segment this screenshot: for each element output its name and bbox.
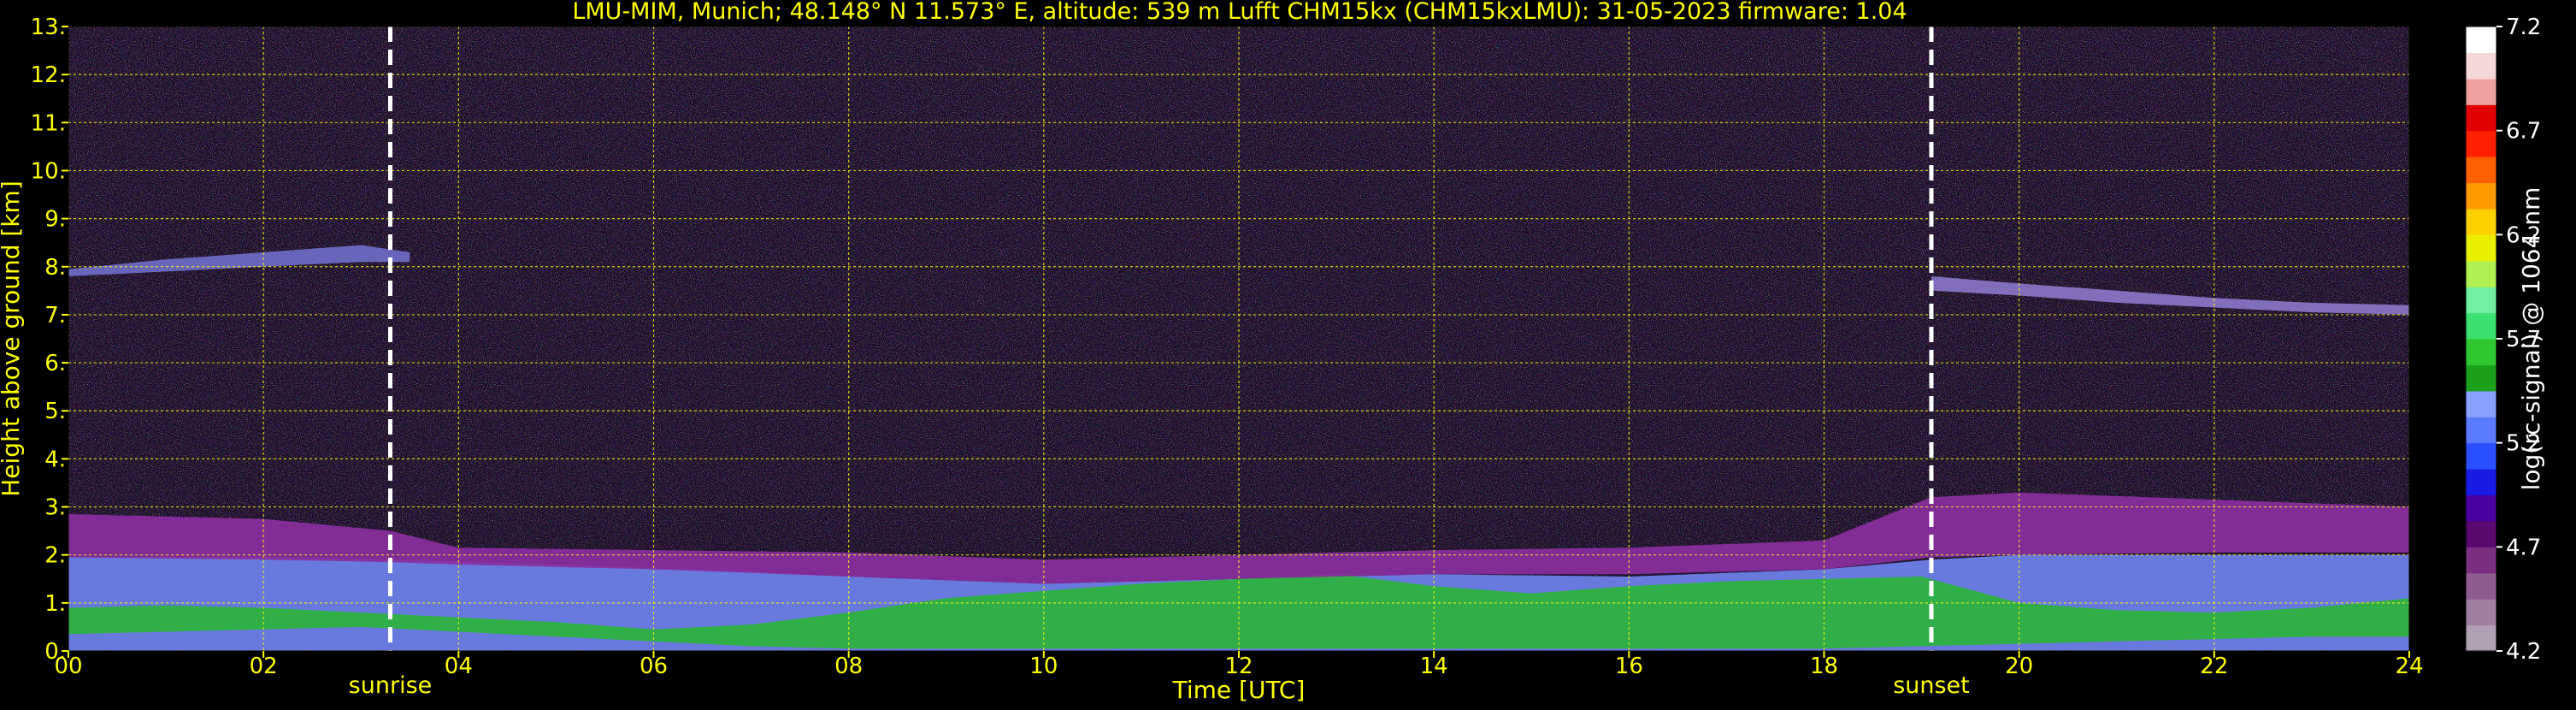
y-axis-ticks: 0. 1. 2. 3. 4. 5. 6. 7. 8. 9. 10. 11. 12. 13. (31, 15, 68, 665)
y-tick-label: 3. (44, 495, 66, 521)
colorbar-segment (2466, 130, 2496, 157)
colorbar-segment (2466, 364, 2496, 392)
colorbar-segment (2466, 624, 2496, 652)
y-tick-label: 2. (44, 543, 66, 569)
colorbar-segment (2466, 469, 2496, 496)
x-tick-label: 18 (1810, 654, 1838, 679)
colorbar-segment (2466, 390, 2496, 417)
colorbar-segment (2466, 234, 2496, 262)
colorbar-segment (2466, 287, 2496, 314)
y-tick-label: 7. (44, 303, 66, 328)
y-tick-label: 4. (44, 447, 66, 472)
colorbar-segment (2466, 599, 2496, 626)
plot-area (68, 27, 2409, 651)
y-tick-label: 6. (44, 351, 66, 376)
y-tick-label: 9. (44, 207, 66, 233)
colorbar-tick-label: 4.2 (2506, 639, 2541, 665)
chart-title: LMU-MIM, Munich; 48.148° N 11.573° E, al… (572, 0, 1907, 25)
y-tick-label: 13. (31, 15, 66, 40)
colorbar-segment (2466, 339, 2496, 366)
colorbar-segment (2466, 260, 2496, 287)
colorbar-segment (2466, 27, 2496, 54)
colorbar-label: log(rc-signal) @ 1064 nm (2517, 187, 2545, 491)
colorbar-segment (2466, 547, 2496, 574)
colorbar-segment (2466, 520, 2496, 547)
sunrise-label: sunrise (349, 672, 433, 699)
y-tick-label: 0. (44, 639, 66, 665)
colorbar-segment (2466, 182, 2496, 210)
x-tick-label: 20 (2005, 654, 2033, 679)
colorbar-segment (2466, 442, 2496, 470)
colorbar-segment (2466, 104, 2496, 132)
x-tick-label: 06 (640, 654, 668, 679)
y-axis-label: Height above ground [km] (0, 180, 25, 497)
y-tick-label: 12. (31, 62, 66, 88)
colorbar-segment (2466, 494, 2496, 522)
y-tick-label: 11. (31, 110, 66, 136)
x-tick-label: 10 (1029, 654, 1058, 679)
y-tick-label: 5. (44, 399, 66, 424)
sunset-label: sunset (1893, 672, 1970, 699)
colorbar-segment (2466, 312, 2496, 340)
x-tick-label: 24 (2395, 654, 2423, 679)
y-tick-label: 1. (44, 591, 66, 617)
y-tick-label: 10. (31, 158, 66, 184)
x-tick-label: 14 (1420, 654, 1448, 679)
x-tick-label: 04 (445, 654, 473, 679)
colorbar-segment (2466, 52, 2496, 80)
colorbar-segment (2466, 208, 2496, 235)
x-tick-label: 02 (250, 654, 278, 679)
x-tick-label: 08 (834, 654, 863, 679)
y-tick-label: 8. (44, 255, 66, 281)
colorbar-segment (2466, 572, 2496, 600)
ceilometer-chart: LMU-MIM, Munich; 48.148° N 11.573° E, al… (0, 0, 2545, 704)
colorbar-tick-label: 4.7 (2506, 535, 2541, 560)
colorbar-tick-label: 7.2 (2506, 15, 2541, 40)
colorbar-segment (2466, 78, 2496, 105)
colorbar-segment (2466, 417, 2496, 444)
ceilometer-figure: LMU-MIM, Munich; 48.148° N 11.573° E, al… (0, 0, 2576, 707)
colorbar (2465, 26, 2497, 652)
colorbar-tick-label: 6.7 (2506, 119, 2541, 145)
x-tick-label: 16 (1615, 654, 1643, 679)
x-axis-label: Time [UTC] (1172, 676, 1306, 704)
x-tick-label: 22 (2200, 654, 2228, 679)
event-labels: sunrise sunset (349, 672, 1970, 699)
colorbar-segment (2466, 157, 2496, 184)
